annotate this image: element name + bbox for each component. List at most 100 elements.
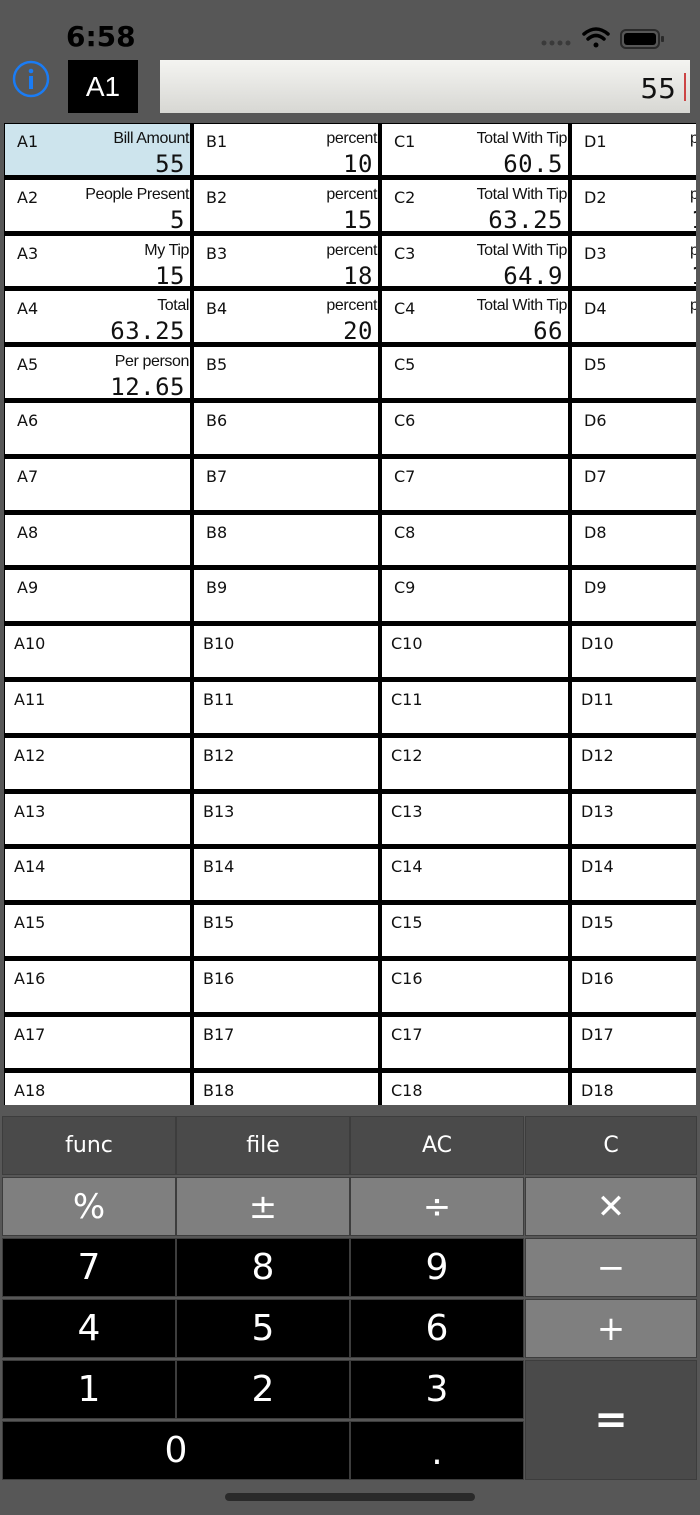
- cell-b5[interactable]: B5: [194, 347, 378, 398]
- cell-b14[interactable]: B14: [194, 849, 378, 901]
- cell-a5[interactable]: A5 Per person 12.65: [5, 347, 190, 398]
- cell-a12[interactable]: A12: [5, 737, 190, 789]
- cell-reference-label: B9: [206, 578, 228, 598]
- info-circle-icon[interactable]: [12, 60, 50, 98]
- cell-d16[interactable]: D16: [572, 961, 696, 1012]
- cell-a17[interactable]: A17: [5, 1016, 190, 1068]
- cell-a15[interactable]: A15: [5, 905, 190, 956]
- cell-a9[interactable]: A9: [5, 570, 190, 622]
- cell-reference-label: C18: [391, 1080, 423, 1100]
- formula-input[interactable]: 55: [160, 60, 690, 113]
- cell-a13[interactable]: A13: [5, 793, 190, 845]
- cell-reference-label: D4: [584, 299, 607, 319]
- plus-minus-key[interactable]: ±: [176, 1177, 350, 1236]
- cell-b15[interactable]: B15: [194, 905, 378, 956]
- cell-c13[interactable]: C13: [382, 793, 568, 845]
- cell-d10[interactable]: D10: [572, 626, 696, 677]
- cell-b7[interactable]: B7: [194, 458, 378, 510]
- cell-d7[interactable]: D7: [572, 458, 696, 510]
- cell-d9[interactable]: D9: [572, 570, 696, 622]
- cell-c18[interactable]: C18: [382, 1072, 568, 1105]
- cell-c9[interactable]: C9: [382, 570, 568, 622]
- cell-d15[interactable]: D15: [572, 905, 696, 956]
- cell-b18[interactable]: B18: [194, 1072, 378, 1105]
- cell-d12[interactable]: D12: [572, 737, 696, 789]
- cell-a3[interactable]: A3 My Tip 15: [5, 235, 190, 287]
- cell-b13[interactable]: B13: [194, 793, 378, 845]
- cell-d17[interactable]: D17: [572, 1016, 696, 1068]
- cell-c17[interactable]: C17: [382, 1016, 568, 1068]
- multiply-key[interactable]: ✕: [525, 1177, 697, 1236]
- minus-key[interactable]: −: [525, 1238, 697, 1297]
- cell-d11[interactable]: D11: [572, 682, 696, 733]
- cell-a2[interactable]: A2 People Present 5: [5, 179, 190, 231]
- func-key[interactable]: func: [2, 1116, 176, 1175]
- digit-9-key[interactable]: 9: [350, 1238, 524, 1297]
- clear-key[interactable]: C: [525, 1116, 697, 1175]
- decimal-key[interactable]: .: [350, 1421, 524, 1480]
- cell-d8[interactable]: D8: [572, 514, 696, 566]
- cell-c1[interactable]: C1 Total With Tip 60.5: [382, 124, 568, 175]
- cell-a11[interactable]: A11: [5, 682, 190, 733]
- cell-c10[interactable]: C10: [382, 626, 568, 677]
- cell-d1[interactable]: D1 p: [572, 124, 696, 175]
- cell-b4[interactable]: B4 percent 20: [194, 291, 378, 343]
- digit-1-key[interactable]: 1: [2, 1360, 176, 1419]
- cell-b16[interactable]: B16: [194, 961, 378, 1012]
- cell-a4[interactable]: A4 Total 63.25: [5, 291, 190, 343]
- cell-a7[interactable]: A7: [5, 458, 190, 510]
- cell-b2[interactable]: B2 percent 15: [194, 179, 378, 231]
- cell-d18[interactable]: D18: [572, 1072, 696, 1105]
- digit-0-key[interactable]: 0: [2, 1421, 350, 1480]
- digit-4-key[interactable]: 4: [2, 1299, 176, 1358]
- cell-c5[interactable]: C5: [382, 347, 568, 398]
- cell-b10[interactable]: B10: [194, 626, 378, 677]
- cell-b17[interactable]: B17: [194, 1016, 378, 1068]
- divide-key[interactable]: ÷: [350, 1177, 524, 1236]
- digit-7-key[interactable]: 7: [2, 1238, 176, 1297]
- plus-key[interactable]: +: [525, 1299, 697, 1358]
- cell-b8[interactable]: B8: [194, 514, 378, 566]
- cell-c4[interactable]: C4 Total With Tip 66: [382, 291, 568, 343]
- digit-8-key[interactable]: 8: [176, 1238, 350, 1297]
- cell-c11[interactable]: C11: [382, 682, 568, 733]
- cell-b1[interactable]: B1 percent 10: [194, 124, 378, 175]
- digit-2-key[interactable]: 2: [176, 1360, 350, 1419]
- spreadsheet-grid[interactable]: A1 Bill Amount 55 B1 percent 10 C1 Total With T…: [4, 123, 696, 1105]
- file-key[interactable]: file: [176, 1116, 350, 1175]
- cell-c6[interactable]: C6: [382, 403, 568, 454]
- cell-a1[interactable]: A1 Bill Amount 55: [5, 124, 190, 175]
- all-clear-key[interactable]: AC: [350, 1116, 524, 1175]
- cell-d6[interactable]: D6: [572, 403, 696, 454]
- cell-a6[interactable]: A6: [5, 403, 190, 454]
- cell-d4[interactable]: D4 p: [572, 291, 696, 343]
- cell-c8[interactable]: C8: [382, 514, 568, 566]
- cell-d3[interactable]: D3 p 1: [572, 235, 696, 287]
- cell-c12[interactable]: C12: [382, 737, 568, 789]
- cell-a10[interactable]: A10: [5, 626, 190, 677]
- cell-c7[interactable]: C7: [382, 458, 568, 510]
- digit-5-key[interactable]: 5: [176, 1299, 350, 1358]
- cell-d13[interactable]: D13: [572, 793, 696, 845]
- cell-b11[interactable]: B11: [194, 682, 378, 733]
- cell-a8[interactable]: A8: [5, 514, 190, 566]
- cell-d2[interactable]: D2 p 1: [572, 179, 696, 231]
- digit-6-key[interactable]: 6: [350, 1299, 524, 1358]
- cell-a14[interactable]: A14: [5, 849, 190, 901]
- cell-c16[interactable]: C16: [382, 961, 568, 1012]
- cell-c14[interactable]: C14: [382, 849, 568, 901]
- digit-3-key[interactable]: 3: [350, 1360, 524, 1419]
- cell-d14[interactable]: D14: [572, 849, 696, 901]
- cell-b6[interactable]: B6: [194, 403, 378, 454]
- cell-b12[interactable]: B12: [194, 737, 378, 789]
- cell-a18[interactable]: A18: [5, 1072, 190, 1105]
- cell-c2[interactable]: C2 Total With Tip 63.25: [382, 179, 568, 231]
- cell-c3[interactable]: C3 Total With Tip 64.9: [382, 235, 568, 287]
- cell-c15[interactable]: C15: [382, 905, 568, 956]
- cell-d5[interactable]: D5: [572, 347, 696, 398]
- cell-b9[interactable]: B9: [194, 570, 378, 622]
- cell-a16[interactable]: A16: [5, 961, 190, 1012]
- cell-b3[interactable]: B3 percent 18: [194, 235, 378, 287]
- percent-key[interactable]: %: [2, 1177, 176, 1236]
- equals-key[interactable]: =: [525, 1360, 697, 1480]
